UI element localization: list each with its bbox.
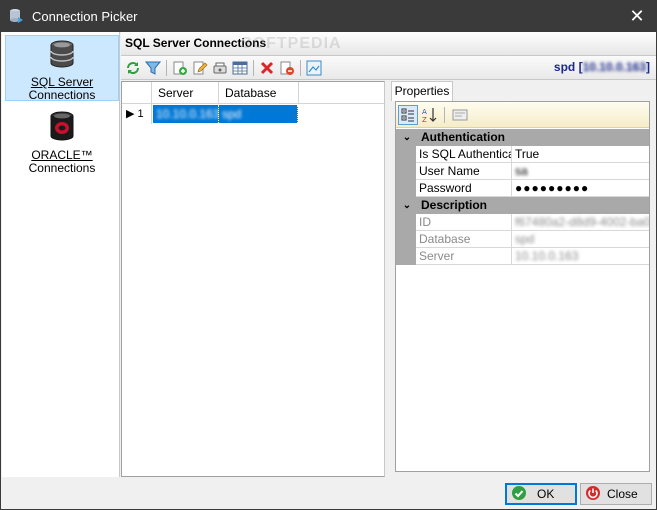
property-name: ID [416,214,512,231]
property-value[interactable]: spd [512,231,649,248]
database-icon [48,40,76,73]
watermark: SOFTPEDIA [241,35,342,52]
edit-icon[interactable] [191,59,209,77]
filter-icon[interactable] [144,59,162,77]
test-connection-icon[interactable] [211,59,229,77]
nav-item-label: SQL Server [30,75,94,89]
property-value[interactable]: sa [512,163,649,180]
property-row[interactable]: User Name sa [396,163,649,180]
property-name: Database [416,231,512,248]
connection-name: spd [553,60,576,74]
property-pages-icon[interactable] [450,105,470,125]
current-connection-label: spd [10.10.0.163] [553,60,650,74]
nav-item-sql-server[interactable]: SQL Server Connections [5,35,119,102]
row-gutter [396,248,416,265]
cell-server-value: 10.10.0.163 [156,107,220,121]
row-gutter [396,180,416,197]
close-window-button[interactable]: ✕ [627,6,647,26]
categorized-icon[interactable] [398,105,418,125]
property-row[interactable]: Password ●●●●●●●●● [396,180,649,197]
property-value-text: f67480a2-d8d9-4002-ba0e [515,215,649,229]
row-index: 1 [137,108,144,120]
title-bar: Connection Picker ✕ [0,0,657,32]
toolbar: spd [10.10.0.163] [121,56,656,80]
cell-database[interactable]: spd [219,105,298,123]
property-name: User Name [416,163,512,180]
refresh-icon[interactable] [124,59,142,77]
property-name: Password [416,180,512,197]
column-header-database[interactable]: Database [219,82,299,104]
nav-item-sublabel: Connections [28,88,96,102]
property-value[interactable]: f67480a2-d8d9-4002-ba0e [512,214,649,231]
grid-view-icon[interactable] [231,59,249,77]
row-indicator: ▶ 1 [122,104,152,124]
row-gutter [396,163,416,180]
property-grid: AZ ⌄ Authentication Is SQL Authenticati … [395,101,650,472]
property-grid-toolbar: AZ [396,102,649,128]
toolbar-separator [300,60,301,76]
delete-icon[interactable] [258,59,276,77]
nav-item-label: ORACLE™ [31,148,93,162]
main-panel: SQL Server Connections SOFTPEDIA spd [10… [121,32,656,477]
row-header-corner [122,82,152,104]
property-row[interactable]: Server 10.10.0.163 [396,248,649,265]
cell-database-value: spd [222,107,242,121]
nav-item-sublabel: Connections [28,161,96,175]
sort-alphabetical-icon[interactable]: AZ [420,105,440,125]
property-row[interactable]: Database spd [396,231,649,248]
window-title: Connection Picker [32,8,138,24]
category-authentication: ⌄ Authentication [396,129,649,146]
connections-grid[interactable]: Server Database ▶ 1 10.10.0.163 spd [121,81,385,477]
app-icon [8,8,24,24]
properties-icon[interactable] [305,59,323,77]
close-button[interactable]: Close [580,483,652,505]
property-row[interactable]: Is SQL Authenticati True [396,146,649,163]
tab-properties[interactable]: Properties [391,81,453,101]
svg-text:Z: Z [422,116,427,124]
collapse-chevron-icon[interactable]: ⌄ [401,197,413,214]
close-button-label: Close [607,487,638,501]
row-gutter [396,146,416,163]
row-gutter [396,231,416,248]
connection-address: 10.10.0.163 [582,60,646,74]
column-header-server[interactable]: Server [152,82,219,104]
ok-button-label: OK [537,487,555,501]
svg-text:A: A [422,108,427,116]
collapse-chevron-icon[interactable]: ⌄ [401,129,413,146]
grid-header: Server Database [122,82,384,104]
property-value-text: spd [515,232,535,246]
ok-button[interactable]: OK [505,483,577,505]
property-value-text: 10.10.0.163 [515,249,579,263]
category-description: ⌄ Description [396,197,649,214]
property-value[interactable]: True [512,146,649,163]
toolbar-separator [444,107,445,123]
add-icon[interactable] [171,59,189,77]
check-icon [511,485,527,504]
connection-type-nav: SQL Server Connections ORACLE™ Connections [2,32,120,477]
row-gutter [396,214,416,231]
dialog-body: SQL Server Connections ORACLE™ Connections… [0,32,657,510]
property-value[interactable]: 10.10.0.163 [512,248,649,265]
properties-panel: Properties AZ ⌄ Authentication Is SQL Au… [389,81,656,477]
panel-header: SQL Server Connections SOFTPEDIA [121,32,656,56]
table-row[interactable]: ▶ 1 10.10.0.163 spd [122,104,384,124]
toolbar-separator [253,60,254,76]
category-label: Description [421,198,488,212]
power-icon [585,485,601,504]
dialog-footer: OK Close [1,477,656,509]
oracle-database-icon [48,111,76,146]
property-value-text: sa [515,164,528,178]
nav-item-oracle[interactable]: ORACLE™ Connections [5,107,119,175]
toolbar-separator [166,60,167,76]
property-name: Is SQL Authenticati [416,146,512,163]
category-label: Authentication [421,130,505,144]
password-value[interactable]: ●●●●●●●●● [512,180,649,197]
remove-icon[interactable] [278,59,296,77]
property-name: Server [416,248,512,265]
cell-server[interactable]: 10.10.0.163 [153,105,219,123]
property-row[interactable]: ID f67480a2-d8d9-4002-ba0e [396,214,649,231]
